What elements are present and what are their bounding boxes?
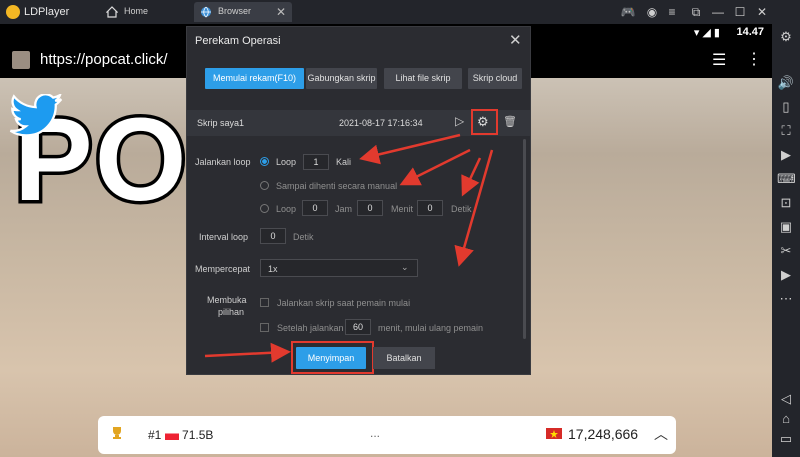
app-name: LDPlayer — [24, 6, 70, 18]
restart-after-suffix: menit, mulai ulang pemain — [378, 323, 484, 333]
tabs-stack-icon[interactable]: ☰ — [712, 50, 726, 70]
script-name: Skrip saya1 — [197, 118, 245, 128]
interval-input[interactable]: 0 — [260, 228, 286, 244]
gear-highlight-box — [471, 109, 498, 135]
vietnam-flag-icon — [546, 428, 562, 439]
start-record-button[interactable]: Memulai rekam(F10) — [205, 68, 304, 89]
view-script-file-button[interactable]: Lihat file skrip — [384, 68, 462, 89]
maximize-icon[interactable]: ☐ — [732, 4, 748, 20]
manual-stop-radio[interactable] — [260, 181, 269, 190]
manual-stop-label: Sampai dihenti secara manual — [276, 181, 398, 191]
leaderboard-bar[interactable]: #1 71.5B ... 17,248,666 ︿ — [98, 416, 676, 454]
play-icon[interactable]: ▷ — [455, 114, 464, 128]
run-on-start-label: Jalankan skrip saat pemain mulai — [277, 298, 411, 308]
tab-browser-label: Browser — [218, 6, 252, 16]
seconds-input[interactable]: 0 — [417, 200, 443, 216]
loop-count-input[interactable]: 1 — [303, 154, 329, 170]
speed-select[interactable]: 1x ⌄ — [260, 259, 418, 277]
home-icon — [105, 6, 119, 18]
restore-window-icon[interactable]: ⧉ — [688, 4, 704, 20]
status-time: 14.47 — [736, 26, 764, 38]
gamepad-icon[interactable]: 🎮 — [620, 4, 636, 20]
dialog-scrollbar[interactable] — [523, 139, 526, 339]
save-highlight-box — [291, 341, 374, 374]
trophy-icon — [110, 426, 124, 440]
emulator-titlebar: LDPlayer Home Browser ✕ 🎮 ◉ ≡ ⧉ — ☐ ✕ — [0, 0, 800, 24]
apk-install-icon[interactable]: ▣ — [777, 218, 795, 236]
signal-battery-icon: ▾ ◢ ▮ — [693, 27, 720, 39]
tab-home[interactable]: Home — [100, 2, 192, 22]
settings-gear-icon[interactable]: ⚙ — [777, 28, 795, 46]
emulator-sidebar: ⚙ 🔊 ▯ ⛶ ▶ ⌨ ⊡ ▣ ✂ ▶ ⋯ ◁ ⌂ ▭ — [772, 24, 800, 457]
operation-recorder-dialog: Perekam Operasi ✕ Memulai rekam(F10) Gab… — [186, 26, 531, 375]
close-dialog-icon[interactable]: ✕ — [509, 31, 522, 49]
twitter-bird-icon[interactable] — [8, 92, 64, 140]
menu-icon[interactable]: ≡ — [664, 4, 680, 20]
dialog-title: Perekam Operasi — [195, 35, 281, 47]
volume-icon[interactable]: 🔊 — [777, 74, 795, 92]
browser-globe-icon — [200, 6, 212, 18]
more-icon[interactable]: ⋯ — [777, 290, 795, 308]
cloud-script-button[interactable]: Skrip cloud — [468, 68, 522, 89]
chevron-up-icon[interactable]: ︿ — [654, 424, 668, 444]
hours-input[interactable]: 0 — [302, 200, 328, 216]
minutes-input[interactable]: 0 — [357, 200, 383, 216]
seconds-label: Detik — [451, 204, 472, 214]
operation-recorder-icon[interactable]: ▶ — [777, 146, 795, 164]
restart-minutes-input[interactable]: 60 — [345, 319, 371, 335]
script-datetime: 2021-08-17 17:16:34 — [339, 118, 423, 128]
options-label-line1: Membuka — [207, 295, 247, 305]
android-recents-icon[interactable]: ▭ — [777, 430, 795, 448]
leaderboard-rank: #1 71.5B — [148, 428, 214, 442]
keyboard-icon[interactable]: ⌨ — [777, 170, 796, 188]
merge-script-button[interactable]: Gabungkan skrip — [306, 68, 377, 89]
options-label-line2: pilihan — [218, 307, 245, 317]
speed-label: Mempercepat — [195, 264, 251, 274]
minutes-label: Menit — [391, 204, 414, 214]
cancel-button[interactable]: Batalkan — [373, 347, 435, 369]
minimize-icon[interactable]: — — [710, 4, 726, 20]
account-icon[interactable]: ◉ — [644, 4, 660, 20]
tab-browser[interactable]: Browser ✕ — [194, 2, 292, 22]
timed-loop-radio[interactable] — [260, 204, 269, 213]
loop-label: Jalankan loop — [195, 157, 251, 167]
speed-value: 1x — [268, 264, 278, 274]
tab-home-label: Home — [124, 6, 149, 16]
trash-icon[interactable]: 🗑 — [503, 115, 517, 128]
interval-unit: Detik — [293, 232, 314, 242]
restart-after-prefix: Setelah jalankan — [277, 323, 344, 333]
more-options-icon[interactable]: ⋮ — [746, 49, 762, 69]
restart-after-checkbox[interactable] — [260, 323, 269, 332]
run-on-start-checkbox[interactable] — [260, 298, 269, 307]
android-home-icon[interactable]: ⌂ — [777, 410, 795, 428]
chevron-down-icon: ⌄ — [401, 262, 409, 272]
video-record-icon[interactable]: ▶ — [777, 266, 795, 284]
ldplayer-logo-icon — [6, 5, 20, 19]
leaderboard-more[interactable]: ... — [370, 426, 380, 440]
url-field[interactable]: https://popcat.click/ — [40, 51, 168, 68]
loop-count-radio[interactable] — [260, 157, 269, 166]
screenshot-icon[interactable]: ⊡ — [777, 194, 795, 212]
hours-label: Jam — [335, 204, 353, 214]
close-tab-icon[interactable]: ✕ — [276, 5, 286, 19]
interval-label: Interval loop — [199, 232, 249, 242]
loop-option-label: Loop — [276, 157, 297, 167]
timed-loop-label: Loop — [276, 204, 297, 214]
site-favicon-icon — [12, 51, 30, 69]
fullscreen-icon[interactable]: ⛶ — [777, 122, 795, 140]
android-back-icon[interactable]: ◁ — [777, 390, 795, 408]
vibrate-icon[interactable]: ▯ — [777, 98, 795, 116]
close-window-icon[interactable]: ✕ — [754, 4, 770, 20]
country-score: 17,248,666 — [568, 426, 639, 442]
scissors-icon[interactable]: ✂ — [777, 242, 795, 260]
taiwan-flag-icon — [164, 431, 179, 441]
loop-unit-label: Kali — [336, 157, 352, 167]
